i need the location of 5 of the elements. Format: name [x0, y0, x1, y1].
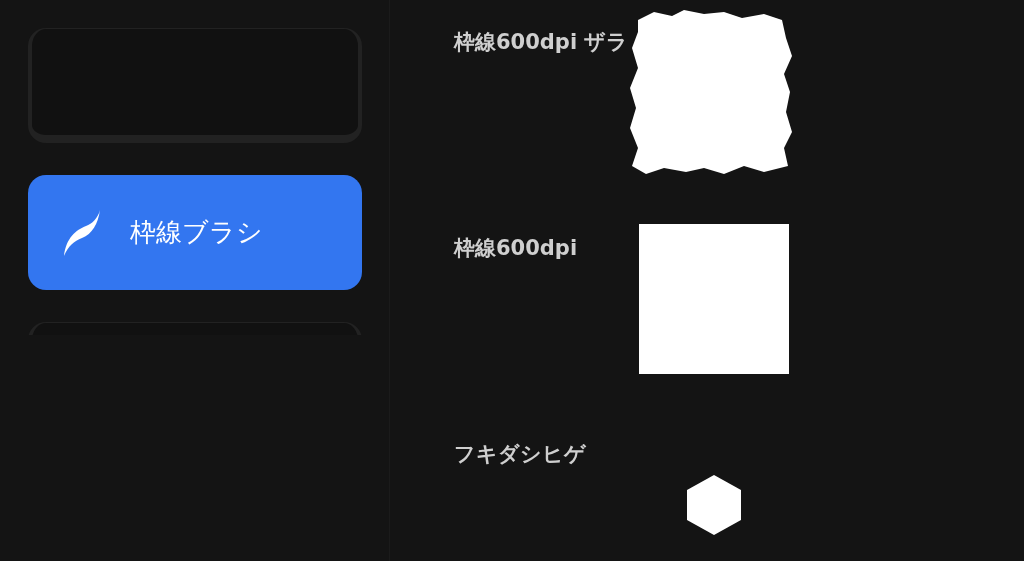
- hexagon-stroke-preview: [687, 475, 741, 535]
- brush-name[interactable]: 枠線600dpi: [454, 236, 578, 260]
- brush-name[interactable]: フキダシヒゲ: [454, 442, 586, 466]
- brush-name[interactable]: 枠線600dpi ザラ: [454, 30, 629, 54]
- brush-set-item[interactable]: 枠線ブラシ: [28, 175, 362, 290]
